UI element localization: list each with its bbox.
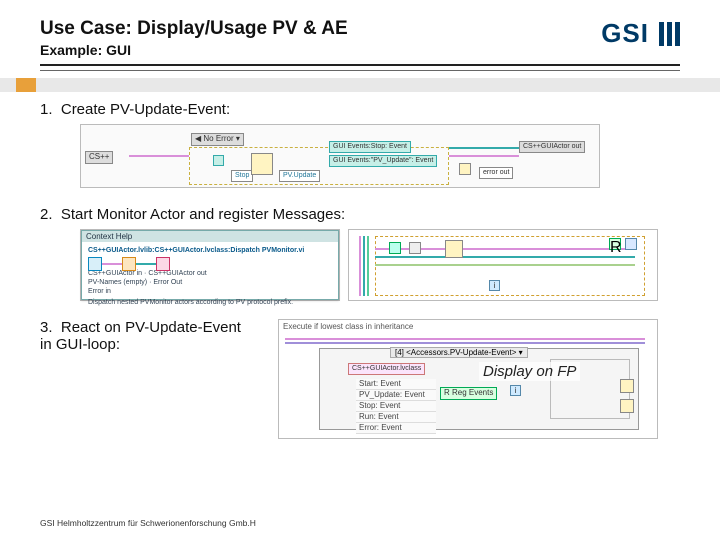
bundle-icon — [389, 242, 401, 254]
context-help-title: Context Help — [82, 231, 338, 242]
center-vi-icon — [445, 240, 463, 258]
step-2-label: 2. Start Monitor Actor and register Mess… — [40, 206, 680, 223]
reg-events-node: R Reg Events — [440, 387, 497, 400]
slide-header: Use Case: Display/Usage PV & AE Example:… — [0, 0, 720, 64]
fp-vi-icon-2 — [620, 399, 634, 413]
header-rule-thick — [40, 64, 680, 66]
context-help-body: CS++GUIActor.lvlib:CS++GUIActor.lvclass:… — [82, 242, 338, 311]
step-1-text: Create PV-Update-Event: — [61, 101, 230, 118]
step-3-text: React on PV-Update-Event in GUI-loop: — [40, 319, 241, 353]
step-3-label: 3. React on PV-Update-Event in GUI-loop: — [40, 319, 260, 353]
reg-icon — [213, 155, 224, 166]
green-r-icon: R — [609, 238, 621, 250]
content-area: 1. Create PV-Update-Event: CS++ ◀ No Err… — [0, 71, 720, 439]
slide-title: Use Case: Display/Usage PV & AE — [40, 18, 601, 40]
slide-subtitle: Example: GUI — [40, 42, 601, 58]
footer-text: GSI Helmholtzzentrum für Schwerionenfors… — [40, 518, 256, 528]
diagram-2-block: R i — [348, 229, 658, 301]
step-1: 1. Create PV-Update-Event: CS++ ◀ No Err… — [40, 101, 680, 188]
info-i-icon: i — [489, 280, 500, 291]
actor-out-node: CS++GUIActor out — [519, 141, 585, 153]
event-structure: [4] <Accessors.PV-Update-Event> ▾ CS++GU… — [319, 348, 639, 430]
gsi-logo-text: GSI — [601, 18, 649, 49]
evt2-node: GUI Events:"PV_Update": Event — [329, 155, 437, 167]
accent-chip-icon — [16, 78, 36, 92]
step-3: 3. React on PV-Update-Event in GUI-loop:… — [40, 319, 680, 439]
error-out-node: error out — [479, 167, 513, 179]
step-3-number: 3. — [40, 319, 53, 336]
diagram-3-caption: Execute if lowest class in inheritance — [283, 322, 413, 331]
event-case-header: [4] <Accessors.PV-Update-Event> ▾ — [390, 347, 528, 358]
class-box: CS++GUIActor.lvclass — [348, 363, 425, 375]
step-1-label: 1. Create PV-Update-Event: — [40, 101, 680, 118]
display-on-fp-label: Display on FP — [479, 362, 580, 381]
unbundle-icon — [409, 242, 421, 254]
step-2: 2. Start Monitor Actor and register Mess… — [40, 206, 680, 301]
accent-band — [0, 78, 720, 92]
blue-a-icon — [625, 238, 637, 250]
gsi-logo-bars-icon — [659, 22, 680, 46]
diagram-1: CS++ ◀ No Error ▾ Stop PV.Update GUI Eve… — [80, 124, 600, 188]
gsi-logo: GSI — [601, 18, 680, 49]
error-cluster-icon — [459, 163, 471, 175]
step-2-text: Start Monitor Actor and register Message… — [61, 206, 345, 223]
diagram-2-help: Context Help CS++GUIActor.lvlib:CS++GUIA… — [80, 229, 340, 301]
step-2-number: 2. — [40, 206, 53, 223]
info-i-icon-2: i — [510, 385, 521, 396]
pv-update-label: PV.Update — [279, 170, 320, 182]
fp-vi-icon — [620, 379, 634, 393]
no-error-node: ◀ No Error ▾ — [191, 133, 244, 146]
event-menu: Start: Event PV_Update: Event Stop: Even… — [356, 379, 436, 434]
left-terminal: CS++ — [85, 151, 113, 164]
vi-icon — [251, 153, 273, 175]
evt1-node: GUI Events:Stop: Event — [329, 141, 411, 153]
title-block: Use Case: Display/Usage PV & AE Example:… — [40, 18, 601, 58]
diagram-3: Execute if lowest class in inheritance [… — [278, 319, 658, 439]
step-1-number: 1. — [40, 101, 53, 118]
